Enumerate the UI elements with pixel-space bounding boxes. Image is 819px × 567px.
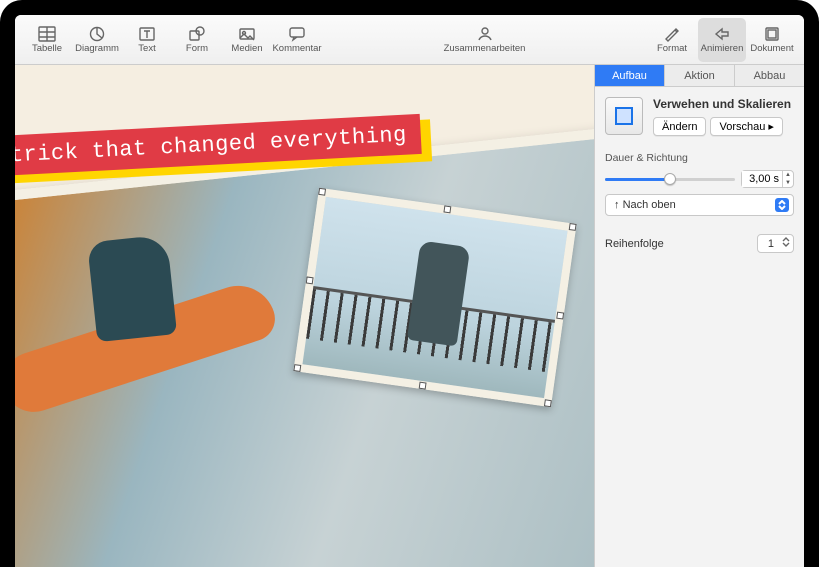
media-icon: [237, 25, 257, 43]
selection-handles[interactable]: [298, 192, 572, 402]
duration-label: Dauer & Richtung: [605, 152, 794, 164]
toolbar-tabelle[interactable]: Tabelle: [23, 18, 71, 62]
effect-thumbnail: [605, 97, 643, 135]
text-icon: [137, 25, 157, 43]
order-select[interactable]: 1: [757, 234, 794, 253]
duration-input[interactable]: [742, 171, 782, 187]
comment-icon: [287, 25, 307, 43]
collaborate-icon: [475, 25, 495, 43]
stepper-up-icon[interactable]: ▲: [783, 171, 793, 179]
order-label: Reihenfolge: [605, 238, 664, 250]
shape-icon: [187, 25, 207, 43]
toolbar-dokument[interactable]: Dokument: [748, 18, 796, 62]
duration-slider[interactable]: [605, 172, 735, 186]
tab-abbau[interactable]: Abbau: [735, 65, 804, 86]
direction-select[interactable]: ↑ Nach oben: [605, 194, 794, 216]
slide-canvas[interactable]: trick that changed everything: [15, 65, 594, 567]
preview-button[interactable]: Vorschau ▸: [710, 117, 782, 136]
change-effect-button[interactable]: Ändern: [653, 117, 706, 136]
chevron-updown-icon: [782, 237, 790, 250]
toolbar-zusammenarbeiten[interactable]: Zusammenarbeiten: [435, 18, 535, 62]
chart-icon: [87, 25, 107, 43]
inspector-sidebar: Aufbau Aktion Abbau Verwehen und Skalier…: [594, 65, 804, 567]
toolbar-animieren[interactable]: Animieren: [698, 18, 746, 62]
toolbar-format[interactable]: Format: [648, 18, 696, 62]
toolbar-kommentar[interactable]: Kommentar: [273, 18, 321, 62]
effect-name: Verwehen und Skalieren: [653, 97, 794, 111]
toolbar-medien[interactable]: Medien: [223, 18, 271, 62]
tab-aktion[interactable]: Aktion: [665, 65, 735, 86]
table-icon: [37, 25, 57, 43]
document-icon: [762, 25, 782, 43]
duration-stepper[interactable]: ▲▼: [741, 170, 794, 188]
chevron-updown-icon: [775, 198, 789, 212]
stepper-down-icon[interactable]: ▼: [783, 179, 793, 187]
tab-aufbau[interactable]: Aufbau: [595, 65, 665, 86]
animate-icon: [712, 25, 732, 43]
toolbar: Tabelle Diagramm Text Form Medien: [15, 15, 804, 65]
toolbar-diagramm[interactable]: Diagramm: [73, 18, 121, 62]
toolbar-text[interactable]: Text: [123, 18, 171, 62]
photo-small-selected[interactable]: [293, 188, 576, 407]
toolbar-form[interactable]: Form: [173, 18, 221, 62]
format-icon: [662, 25, 682, 43]
